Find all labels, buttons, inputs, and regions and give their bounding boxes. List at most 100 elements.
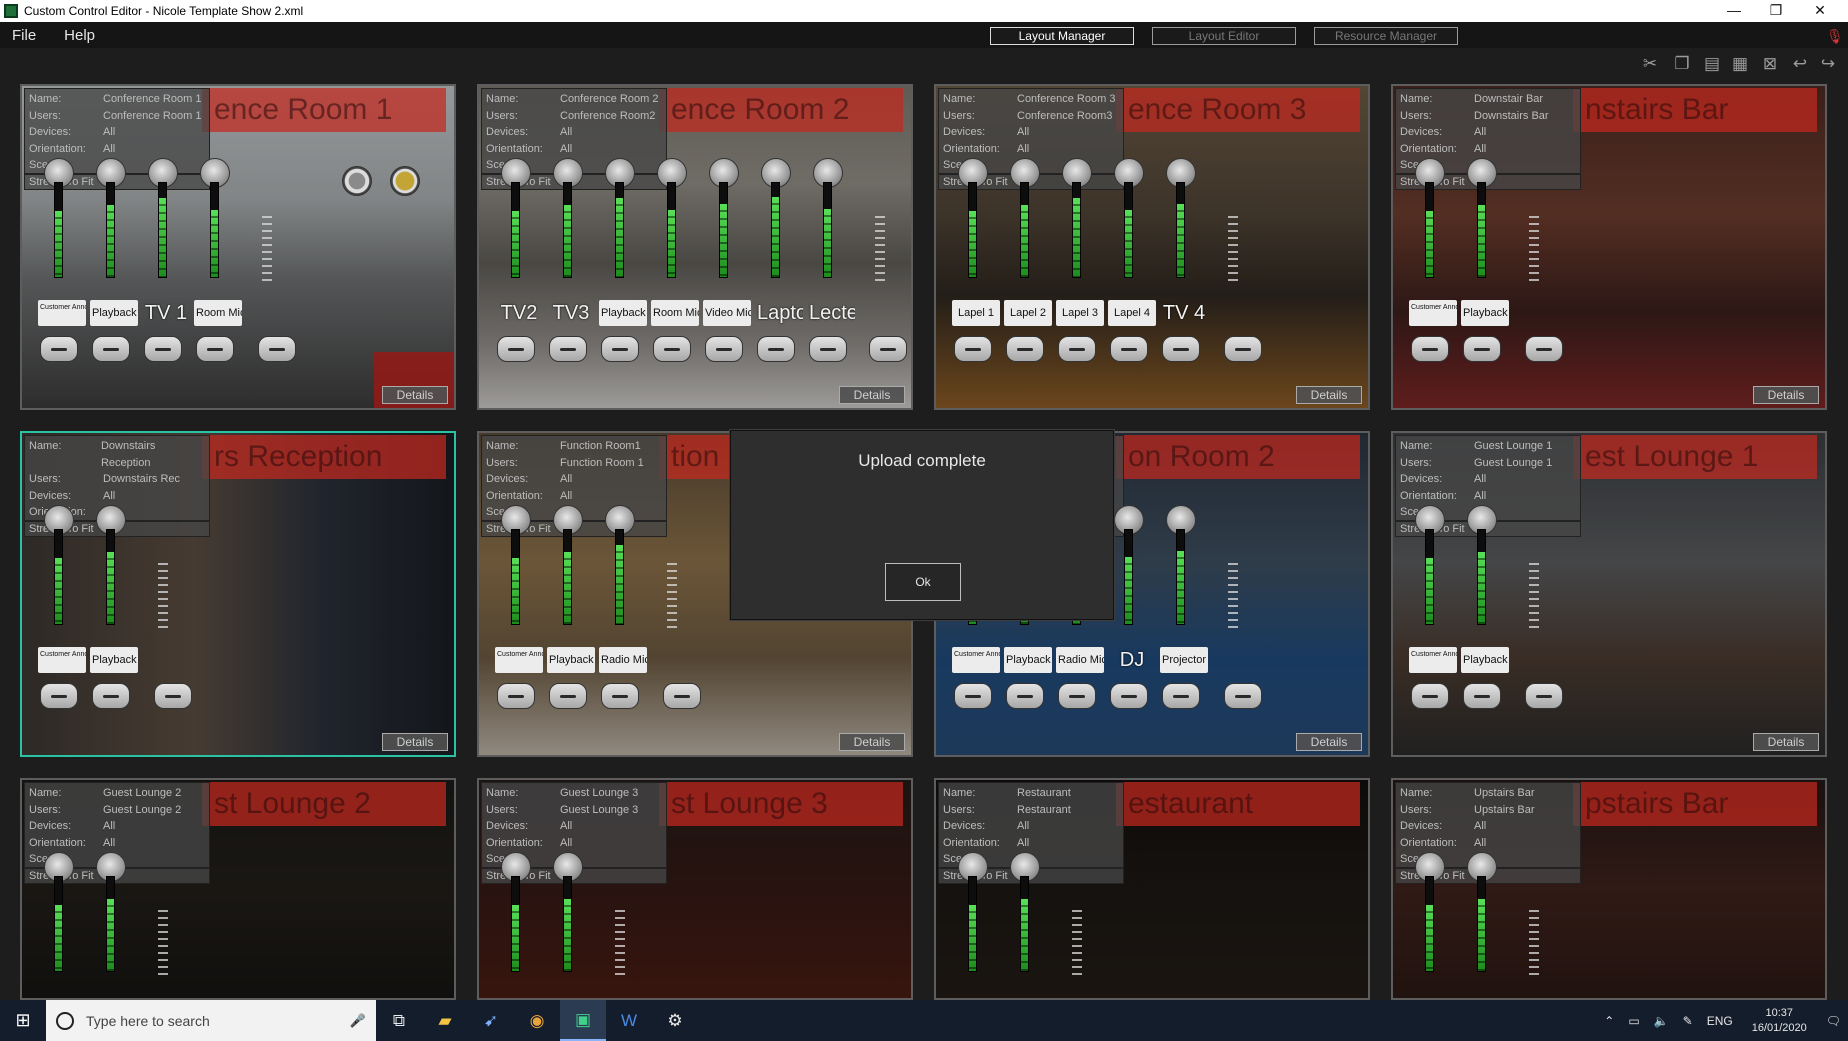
mute-button[interactable] xyxy=(1110,683,1148,709)
master-mute-button[interactable] xyxy=(1525,336,1563,362)
pen-icon[interactable]: ✎ xyxy=(1683,1014,1693,1028)
menu-file[interactable]: File xyxy=(12,27,36,44)
layout-tile[interactable]: ence Room 1 Name: Conference Room 1 Users: C… xyxy=(20,84,456,410)
copy-icon[interactable]: ❐ xyxy=(1672,54,1692,74)
mute-button[interactable] xyxy=(1162,336,1200,362)
chrome-icon[interactable]: ◉ xyxy=(514,1000,560,1041)
language-indicator[interactable]: ENG xyxy=(1707,1014,1733,1028)
layout-tile[interactable]: rs Reception Name: Downstairs Reception Use… xyxy=(20,431,456,757)
volume-fader[interactable] xyxy=(719,182,728,278)
layout-tile[interactable]: est Lounge 1 Name: Guest Lounge 1 Users: Gue… xyxy=(1391,431,1827,757)
mute-button[interactable] xyxy=(1162,683,1200,709)
undo-icon[interactable]: ↩ xyxy=(1790,54,1810,74)
app-icon[interactable]: ➹ xyxy=(468,1000,514,1041)
volume-fader[interactable] xyxy=(563,529,572,625)
master-mute-button[interactable] xyxy=(154,683,192,709)
mute-button[interactable] xyxy=(92,336,130,362)
volume-fader[interactable] xyxy=(1477,529,1486,625)
mute-button[interactable] xyxy=(196,336,234,362)
volume-fader[interactable] xyxy=(106,529,115,625)
volume-fader[interactable] xyxy=(54,876,63,972)
paste-icon[interactable]: ▤ xyxy=(1702,54,1722,74)
master-mute-button[interactable] xyxy=(1224,683,1262,709)
mute-button[interactable] xyxy=(954,683,992,709)
volume-fader[interactable] xyxy=(968,182,977,278)
menu-help[interactable]: Help xyxy=(64,27,95,44)
master-mute-button[interactable] xyxy=(1224,336,1262,362)
mute-button[interactable] xyxy=(954,336,992,362)
mute-button[interactable] xyxy=(1006,336,1044,362)
volume-fader[interactable] xyxy=(1176,182,1185,278)
task-view-icon[interactable]: ⧉ xyxy=(376,1000,422,1041)
scene-active-knob[interactable] xyxy=(390,166,420,196)
mute-button[interactable] xyxy=(757,336,795,362)
volume-fader[interactable] xyxy=(1072,182,1081,278)
volume-fader[interactable] xyxy=(968,876,977,972)
layout-tile[interactable]: ence Room 3 Name: Conference Room 3 Users: C… xyxy=(934,84,1370,410)
minimize-button[interactable]: — xyxy=(1714,0,1754,22)
layout-tile[interactable]: estaurant Name: Restaurant Users: Restaurant… xyxy=(934,778,1370,1000)
details-button[interactable]: Details xyxy=(382,386,448,404)
volume-fader[interactable] xyxy=(563,876,572,972)
microphone-icon[interactable]: 🎙 xyxy=(1826,28,1844,44)
mute-button[interactable] xyxy=(1110,336,1148,362)
layout-tile[interactable]: st Lounge 2 Name: Guest Lounge 2 Users: Gues… xyxy=(20,778,456,1000)
mute-button[interactable] xyxy=(809,336,847,362)
scene-toggle-knob[interactable] xyxy=(342,166,372,196)
layout-manager-button[interactable]: Layout Manager xyxy=(990,27,1134,45)
volume-fader[interactable] xyxy=(106,876,115,972)
mute-button[interactable] xyxy=(653,336,691,362)
volume-fader[interactable] xyxy=(563,182,572,278)
volume-fader[interactable] xyxy=(1477,876,1486,972)
volume-fader[interactable] xyxy=(54,529,63,625)
mute-button[interactable] xyxy=(601,683,639,709)
details-button[interactable]: Details xyxy=(1296,386,1362,404)
mute-button[interactable] xyxy=(92,683,130,709)
mute-button[interactable] xyxy=(1463,683,1501,709)
volume-fader[interactable] xyxy=(511,182,520,278)
mute-button[interactable] xyxy=(497,336,535,362)
custom-control-icon[interactable]: ▣ xyxy=(560,1000,606,1041)
layout-tile[interactable]: st Lounge 3 Name: Guest Lounge 3 Users: Gues… xyxy=(477,778,913,1000)
mute-button[interactable] xyxy=(549,336,587,362)
details-button[interactable]: Details xyxy=(1753,386,1819,404)
master-mute-button[interactable] xyxy=(258,336,296,362)
mute-button[interactable] xyxy=(1411,683,1449,709)
mute-button[interactable] xyxy=(1058,683,1096,709)
volume-fader[interactable] xyxy=(511,876,520,972)
volume-fader[interactable] xyxy=(771,182,780,278)
ok-button[interactable]: Ok xyxy=(885,563,961,601)
mute-button[interactable] xyxy=(549,683,587,709)
mute-button[interactable] xyxy=(144,336,182,362)
volume-fader[interactable] xyxy=(1124,182,1133,278)
mute-button[interactable] xyxy=(40,336,78,362)
taskbar-search[interactable]: Type here to search 🎤 xyxy=(46,1000,376,1041)
windows-start-icon[interactable]: ⊞ xyxy=(0,1000,46,1041)
scissors-icon[interactable]: ✂ xyxy=(1640,54,1660,74)
settings-icon[interactable]: ⚙ xyxy=(652,1000,698,1041)
volume-fader[interactable] xyxy=(511,529,520,625)
layout-icon[interactable]: ▦ xyxy=(1730,54,1750,74)
details-button[interactable]: Details xyxy=(1753,733,1819,751)
volume-fader[interactable] xyxy=(210,182,219,278)
volume-fader[interactable] xyxy=(667,182,676,278)
search-mic-icon[interactable]: 🎤 xyxy=(350,1013,366,1029)
close-button[interactable]: ✕ xyxy=(1800,0,1840,22)
volume-fader[interactable] xyxy=(54,182,63,278)
redo-icon[interactable]: ↪ xyxy=(1818,54,1838,74)
battery-icon[interactable]: ▭ xyxy=(1628,1014,1639,1028)
mute-button[interactable] xyxy=(705,336,743,362)
mute-button[interactable] xyxy=(1463,336,1501,362)
mute-button[interactable] xyxy=(601,336,639,362)
volume-fader[interactable] xyxy=(1425,182,1434,278)
layout-tile[interactable]: nstairs Bar Name: Downstair Bar Users: Downs… xyxy=(1391,84,1827,410)
volume-fader[interactable] xyxy=(106,182,115,278)
mute-button[interactable] xyxy=(1411,336,1449,362)
restore-button[interactable]: ❐ xyxy=(1756,0,1796,22)
layout-tile[interactable]: pstairs Bar Name: Upstairs Bar Users: Upstai… xyxy=(1391,778,1827,1000)
master-mute-button[interactable] xyxy=(1525,683,1563,709)
layout-editor-button[interactable]: Layout Editor xyxy=(1152,27,1296,45)
details-button[interactable]: Details xyxy=(839,733,905,751)
volume-icon[interactable]: 🔈 xyxy=(1654,1014,1669,1028)
volume-fader[interactable] xyxy=(1425,876,1434,972)
